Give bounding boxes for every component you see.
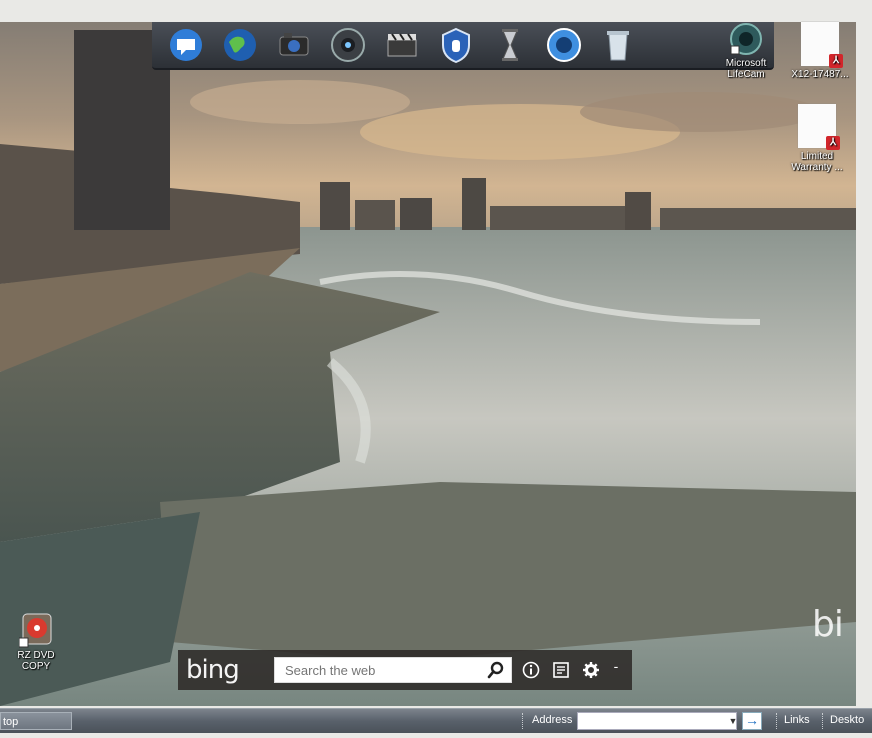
camera-icon[interactable] [272, 26, 316, 64]
application-dock [152, 22, 774, 70]
desktop-icon-microsoft-lifecam[interactable]: Microsoft LifeCam [714, 22, 778, 80]
security-shield-icon[interactable] [434, 26, 478, 64]
desktop-icon-label: X12-17487... [791, 69, 849, 80]
pdf-icon: ⅄ [801, 22, 843, 68]
recycle-bin-icon[interactable] [596, 26, 640, 64]
desktop-icon-rz-dvd-copy[interactable]: RZ DVD COPY [4, 612, 68, 672]
info-orb-icon[interactable] [542, 26, 586, 64]
desktop-icon-label: RZ DVD COPY [17, 650, 55, 672]
bing-search-box[interactable] [274, 657, 512, 683]
go-button[interactable]: → [742, 712, 762, 730]
toolbar-grip[interactable] [776, 713, 780, 729]
speech-bubble-icon[interactable] [164, 26, 208, 64]
minimize-button[interactable]: - [610, 658, 622, 682]
address-label: Address [532, 714, 573, 726]
clapperboard-icon[interactable] [380, 26, 424, 64]
taskbar: top Address ▼ → Links Deskto [0, 708, 872, 733]
desktop-icon-x12-pdf[interactable]: ⅄ X12-17487... [788, 22, 852, 80]
bing-search-input[interactable] [283, 661, 485, 679]
bing-logo: bing [186, 655, 240, 685]
desktop-wallpaper [0, 22, 856, 706]
webcam-icon [729, 22, 763, 56]
dvd-icon [18, 612, 53, 648]
toolbar-grip[interactable] [822, 713, 826, 729]
toolbar-grip[interactable] [522, 713, 526, 729]
links-toolbar-label[interactable]: Links [784, 714, 810, 726]
pdf-icon: ⅄ [798, 104, 840, 150]
speaker-icon[interactable] [326, 26, 370, 64]
settings-icon[interactable] [580, 659, 602, 681]
wallpaper-bing-watermark: bi [812, 604, 844, 645]
desktop-icon-label: Microsoft LifeCam [725, 58, 767, 80]
info-icon[interactable] [520, 659, 542, 681]
hourglass-icon[interactable] [488, 26, 532, 64]
desktop-toolbar-label[interactable]: Deskto [830, 714, 864, 726]
globe-icon[interactable] [218, 26, 262, 64]
desktop-icon-limited-warranty-pdf[interactable]: ⅄ Limited Warranty ... [785, 104, 849, 173]
news-icon[interactable] [550, 659, 572, 681]
bing-desktop-bar: bing - [178, 650, 632, 690]
search-icon[interactable] [485, 659, 507, 681]
address-input[interactable] [577, 712, 737, 730]
desktop-icon-label: Limited Warranty ... [791, 151, 843, 173]
chevron-down-icon[interactable]: ▼ [727, 713, 739, 729]
taskbar-desktop-toolbar[interactable]: top [0, 712, 72, 730]
